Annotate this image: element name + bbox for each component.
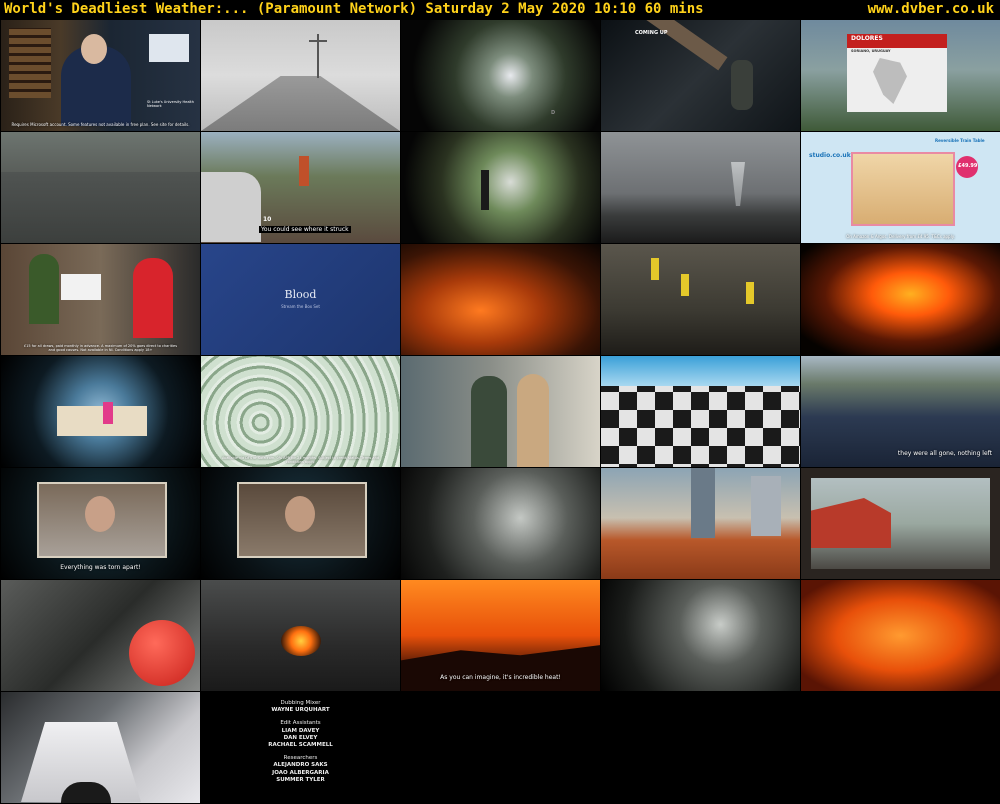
coming-up-label: COMING UP <box>635 30 668 36</box>
credit-name: JOAO ALBERGARIA <box>272 769 329 776</box>
credit-name: SUMMER TYLER <box>276 776 325 783</box>
page-header: World's Deadliest Weather:... (Paramount… <box>0 0 1000 20</box>
thumbnail-5[interactable]: DOLORES SORIANO, URUGUAY <box>801 20 1000 131</box>
product-price: £49.99 <box>958 163 978 169</box>
thumbnail-7[interactable]: 10 You could see where it struck <box>201 132 400 243</box>
thumbnail-20-caption: they were all gone, nothing left <box>897 450 992 457</box>
thumbnail-3-logo: D <box>551 110 556 116</box>
credit-role-1: Dubbing Mixer <box>280 700 321 706</box>
thumbnail-20[interactable]: they were all gone, nothing left <box>801 356 1000 467</box>
credit-role-2: Edit Assistants <box>280 720 321 727</box>
thumbnail-27[interactable] <box>201 580 400 691</box>
thumbnail-11[interactable]: £15 for all draws, paid monthly in advan… <box>1 244 200 355</box>
thumbnail-31[interactable] <box>1 692 200 803</box>
location-sub: SORIANO, URUGUAY <box>851 49 891 53</box>
thumbnail-15[interactable] <box>801 244 1000 355</box>
thumbnail-22[interactable] <box>201 468 400 579</box>
thumbnail-9[interactable] <box>601 132 800 243</box>
thumbnail-21[interactable]: Everything was torn apart! <box>1 468 200 579</box>
thumbnail-18[interactable] <box>401 356 600 467</box>
thumbnail-1-tag: St Luke's University Health Network <box>147 100 195 108</box>
thumbnail-7-badge: 10 <box>263 216 272 223</box>
thumbnail-6[interactable] <box>1 132 200 243</box>
thumbnail-30[interactable] <box>801 580 1000 691</box>
thumbnail-17[interactable]: Available via DFS or Sofa.com. 0% APR fo… <box>201 356 400 467</box>
credit-role-3: Researchers <box>283 755 318 762</box>
thumbnail-32-credits[interactable]: Dubbing Mixer WAYNE URQUHART Edit Assist… <box>201 692 400 803</box>
thumbnail-26[interactable] <box>1 580 200 691</box>
brand-name: studio.co.uk <box>809 152 851 159</box>
credit-name: DAN ELVEY <box>283 734 318 741</box>
credit-name: LIAM DAVEY <box>281 727 320 734</box>
thumbnail-29[interactable] <box>601 580 800 691</box>
credit-name: WAYNE URQUHART <box>271 707 330 714</box>
thumbnail-4[interactable]: COMING UP <box>601 20 800 131</box>
thumbnail-10-caption: On Amazon & Argos. Delivery from £4.95. … <box>846 234 955 239</box>
site-link[interactable]: www.dvber.co.uk <box>868 1 994 17</box>
credit-name: ALEJANDRO SAKS <box>273 762 328 769</box>
thumbnail-25[interactable] <box>801 468 1000 579</box>
thumbnail-24[interactable] <box>601 468 800 579</box>
thumbnail-16[interactable] <box>1 356 200 467</box>
thumbnail-19[interactable] <box>601 356 800 467</box>
location-name: DOLORES <box>851 35 883 42</box>
thumbnail-23[interactable] <box>401 468 600 579</box>
thumbnail-10[interactable]: studio.co.uk Reversible Train Table £49.… <box>801 132 1000 243</box>
thumbnail-28-caption: As you can imagine, it's incredible heat… <box>440 674 561 681</box>
credits-block: Dubbing Mixer WAYNE URQUHART Edit Assist… <box>201 700 400 784</box>
thumbnail-2[interactable] <box>201 20 400 131</box>
thumbnail-7-caption: You could see where it struck <box>259 226 351 233</box>
thumbnail-12-subtitle: Stream the Box Set <box>281 304 320 309</box>
product-name: Reversible Train Table <box>935 138 985 143</box>
thumbnail-11-caption: £15 for all draws, paid monthly in advan… <box>23 344 178 352</box>
thumbnail-12[interactable]: Blood Stream the Box Set <box>201 244 400 355</box>
programme-title: World's Deadliest Weather:... (Paramount… <box>4 1 704 17</box>
thumbnail-3[interactable]: D <box>401 20 600 131</box>
thumbnail-13[interactable] <box>401 244 600 355</box>
thumbnail-1[interactable]: St Luke's University Health Network Requ… <box>1 20 200 131</box>
thumbnail-21-caption: Everything was torn apart! <box>60 564 141 571</box>
thumbnail-1-caption: Requires Microsoft account. Some feature… <box>11 122 190 127</box>
thumbnail-12-title: Blood <box>284 288 317 301</box>
thumbnail-28[interactable]: As you can imagine, it's incredible heat… <box>401 580 600 691</box>
thumbnail-17-caption: Available via DFS or Sofa.com. 0% APR fo… <box>221 456 380 464</box>
credit-name: RACHAEL SCAMMELL <box>268 742 333 749</box>
thumbnail-14[interactable] <box>601 244 800 355</box>
thumbnail-8[interactable] <box>401 132 600 243</box>
